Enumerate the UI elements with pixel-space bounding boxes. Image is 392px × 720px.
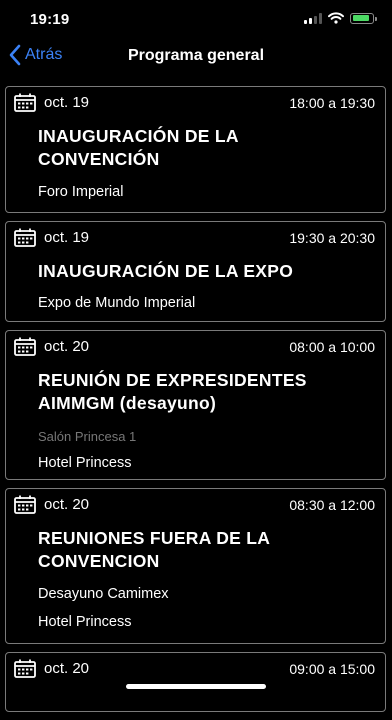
event-date: oct. 20 <box>44 660 90 677</box>
event-card[interactable]: oct. 19 19:30 a 20:30 INAUGURACIÓN DE LA… <box>5 221 386 322</box>
event-title: REUNIONES FUERA DE LA CONVENCION <box>38 528 270 571</box>
event-date: oct. 20 <box>44 496 90 513</box>
status-bar: 19:19 <box>0 0 392 38</box>
home-indicator[interactable] <box>126 684 266 689</box>
event-detail: Desayuno Camimex <box>38 586 169 602</box>
event-time: 09:00 a 15:00 <box>289 661 375 677</box>
event-card[interactable]: oct. 20 08:00 a 10:00 REUNIÓN DE EXPRESI… <box>5 330 386 480</box>
calendar-icon <box>14 495 36 514</box>
page-title: Programa general <box>127 47 265 64</box>
status-icons <box>304 12 377 24</box>
calendar-icon <box>14 337 36 356</box>
battery-icon <box>350 12 377 24</box>
event-header: oct. 20 09:00 a 15:00 <box>6 653 385 683</box>
event-header: oct. 19 18:00 a 19:30 <box>6 87 385 117</box>
navigation-bar: Atrás Programa general <box>0 38 392 78</box>
event-time: 08:30 a 12:00 <box>289 497 375 513</box>
event-room: Salón Princesa 1 <box>38 429 137 444</box>
event-card[interactable]: oct. 20 08:30 a 12:00 REUNIONES FUERA DE… <box>5 488 386 644</box>
event-card[interactable]: oct. 19 18:00 a 19:30 INAUGURACIÓN DE LA… <box>5 86 386 213</box>
calendar-icon <box>14 659 36 678</box>
cellular-signal-icon <box>304 12 322 24</box>
event-date: oct. 19 <box>44 229 90 246</box>
event-location: Expo de Mundo Imperial <box>38 295 196 311</box>
event-time: 08:00 a 10:00 <box>289 339 375 355</box>
event-location: Hotel Princess <box>38 455 132 471</box>
status-time: 19:19 <box>30 11 70 28</box>
event-header: oct. 20 08:00 a 10:00 <box>6 331 385 361</box>
event-time: 18:00 a 19:30 <box>289 95 375 111</box>
event-date: oct. 20 <box>44 338 90 355</box>
event-title: INAUGURACIÓN DE LA CONVENCIÓN <box>38 126 239 169</box>
event-title: REUNIÓN DE EXPRESIDENTES AIMMGM (desayun… <box>38 370 307 413</box>
calendar-icon <box>14 228 36 247</box>
wifi-icon <box>328 12 344 24</box>
event-list: oct. 19 18:00 a 19:30 INAUGURACIÓN DE LA… <box>5 86 386 720</box>
event-location: Hotel Princess <box>38 614 132 630</box>
calendar-icon <box>14 93 36 112</box>
event-header: oct. 20 08:30 a 12:00 <box>6 489 385 519</box>
event-date: oct. 19 <box>44 94 90 111</box>
event-location: Foro Imperial <box>38 184 124 200</box>
event-card[interactable]: oct. 20 09:00 a 15:00 <box>5 652 386 712</box>
event-title: INAUGURACIÓN DE LA EXPO <box>38 261 294 281</box>
event-time: 19:30 a 20:30 <box>289 230 375 246</box>
event-header: oct. 19 19:30 a 20:30 <box>6 222 385 252</box>
